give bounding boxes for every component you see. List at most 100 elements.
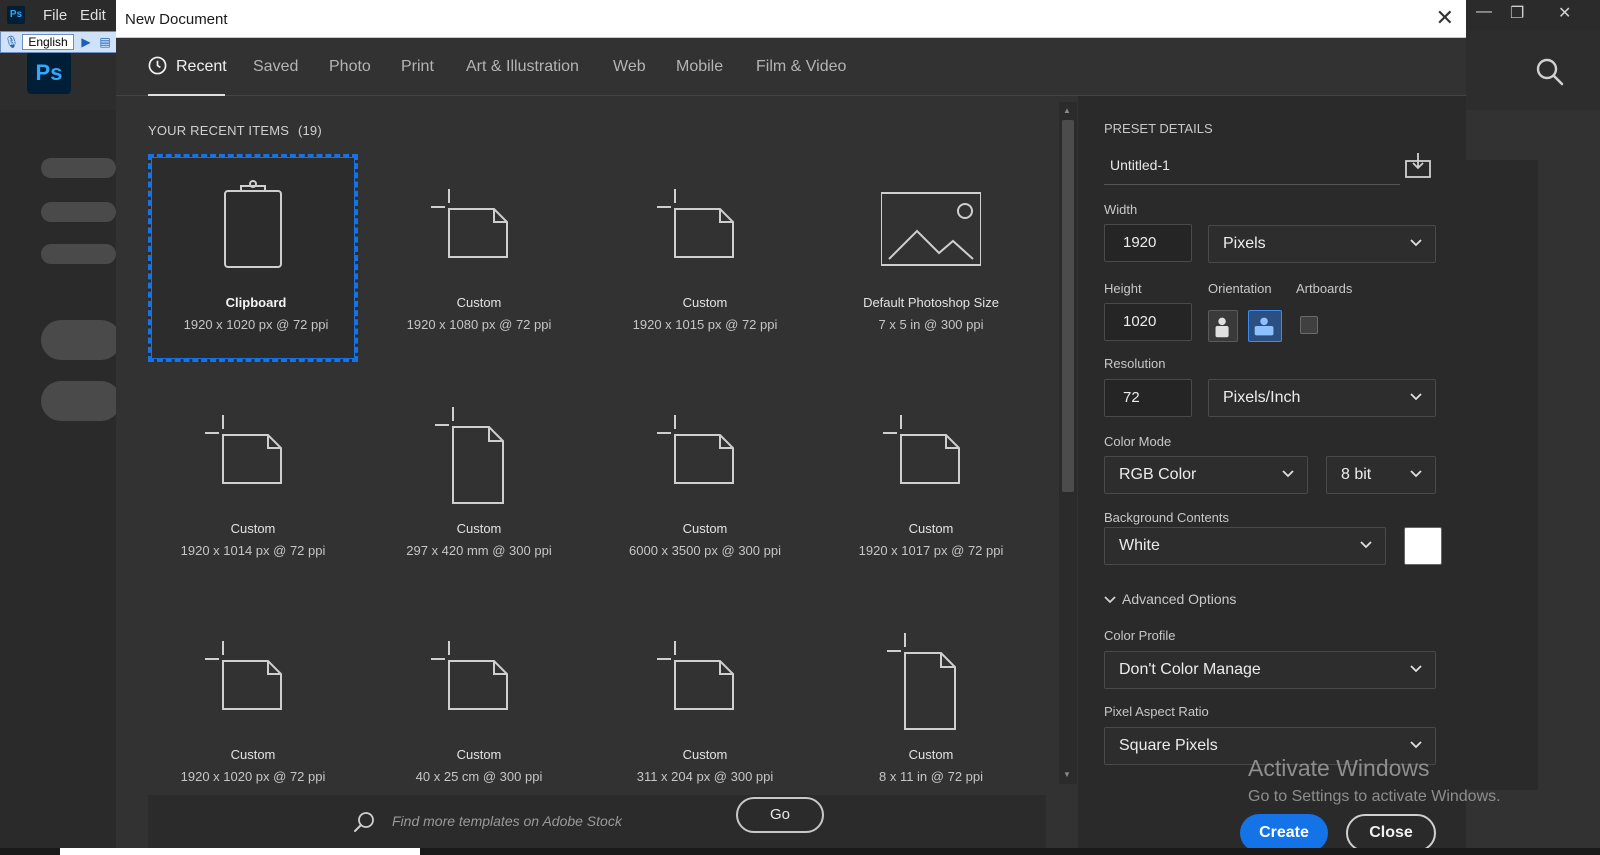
resolution-unit-value: Pixels/Inch: [1223, 389, 1301, 406]
home-right-panel: [1466, 160, 1538, 790]
recent-item-card[interactable]: Custom 1920 x 1080 px @ 72 ppi: [374, 154, 584, 362]
tab-film-video[interactable]: Film & Video: [756, 58, 846, 76]
play-icon[interactable]: ▶: [79, 35, 93, 49]
advanced-options-toggle[interactable]: Advanced Options: [1104, 591, 1236, 607]
background-color-swatch[interactable]: [1404, 527, 1442, 565]
tab-mobile[interactable]: Mobile: [676, 58, 723, 76]
artboards-label: Artboards: [1296, 281, 1353, 296]
home-sidebar: [0, 110, 121, 855]
tab-art-illustration[interactable]: Art & Illustration: [466, 58, 579, 76]
tool-icon[interactable]: ▤: [98, 35, 112, 49]
recent-item-card[interactable]: Custom 1920 x 1017 px @ 72 ppi: [826, 380, 1036, 588]
menu-file[interactable]: File: [43, 7, 67, 24]
color-profile-select[interactable]: Don't Color Manage: [1104, 651, 1436, 689]
sidebar-placeholder: [41, 381, 121, 421]
minimize-button[interactable]: —: [1476, 3, 1492, 21]
sidebar-placeholder: [41, 320, 121, 360]
width-label: Width: [1104, 202, 1138, 217]
sidebar-placeholder: [41, 202, 116, 222]
resolution-input[interactable]: 72: [1104, 379, 1192, 417]
restore-button[interactable]: ❐: [1510, 3, 1524, 23]
preset-name-field[interactable]: Untitled-1: [1104, 151, 1400, 185]
scroll-thumb[interactable]: [1062, 120, 1074, 492]
recent-item-card[interactable]: Default Photoshop Size 7 x 5 in @ 300 ppi: [826, 154, 1036, 362]
landscape-doc-icon: [883, 415, 960, 484]
bit-depth-value: 8 bit: [1341, 466, 1372, 483]
recent-item-card[interactable]: Custom 1920 x 1015 px @ 72 ppi: [600, 154, 810, 362]
microphone-icon[interactable]: 🎙: [4, 35, 19, 49]
image-icon: [881, 192, 981, 266]
recent-item-card[interactable]: Custom 8 x 11 in @ 72 ppi: [826, 606, 1036, 784]
landscape-doc-icon: [657, 415, 734, 484]
color-mode-label: Color Mode: [1104, 434, 1172, 449]
photoshop-window: Ps File Edit — ❐ ✕ Ps 🎙 English ▶ ▤ ▮ ✎ …: [0, 0, 1600, 855]
tab-print[interactable]: Print: [401, 58, 434, 76]
grid-scrollbar[interactable]: ▲ ▼: [1059, 102, 1077, 784]
scroll-up-arrow[interactable]: ▲: [1063, 106, 1071, 115]
category-tabs: Recent Saved Photo Print Art & Illustrat…: [116, 38, 1466, 96]
portrait-orientation-button[interactable]: [1208, 310, 1238, 342]
window-close-button[interactable]: ✕: [1558, 3, 1571, 23]
close-button[interactable]: Close: [1346, 814, 1436, 852]
artboards-checkbox[interactable]: [1300, 316, 1318, 334]
height-input[interactable]: 1020: [1104, 303, 1192, 341]
clipboard-icon: [224, 180, 282, 268]
stock-search-input[interactable]: Find more templates on Adobe Stock: [392, 813, 622, 829]
close-icon[interactable]: ✕: [1436, 6, 1454, 30]
tab-saved[interactable]: Saved: [253, 58, 298, 76]
recent-item-card[interactable]: Custom 311 x 204 px @ 300 ppi: [600, 606, 810, 784]
recent-item-card[interactable]: Custom 1920 x 1020 px @ 72 ppi: [148, 606, 358, 784]
language-selector[interactable]: English: [22, 34, 74, 50]
preset-details-heading: PRESET DETAILS: [1104, 121, 1213, 136]
tab-photo[interactable]: Photo: [329, 58, 371, 76]
landscape-doc-icon: [205, 641, 282, 710]
item-dimensions: 311 x 204 px @ 300 ppi: [636, 769, 774, 784]
portrait-icon: [1215, 317, 1229, 338]
preset-details-panel: PRESET DETAILS Untitled-1 Width 1920 Pix…: [1078, 96, 1466, 855]
chevron-down-icon: [1104, 596, 1116, 604]
recent-items-heading: YOUR RECENT ITEMS (19): [148, 123, 322, 138]
search-icon: [354, 812, 374, 832]
recent-item-card[interactable]: Custom 1920 x 1014 px @ 72 ppi: [148, 380, 358, 588]
save-preset-icon[interactable]: [1403, 151, 1433, 179]
search-icon[interactable]: [1536, 58, 1564, 86]
scroll-down-arrow[interactable]: ▼: [1063, 770, 1071, 779]
tab-recent[interactable]: Recent: [176, 58, 227, 76]
width-unit-select[interactable]: Pixels: [1208, 225, 1436, 263]
recent-item-card[interactable]: Custom 6000 x 3500 px @ 300 ppi: [600, 380, 810, 588]
chevron-down-icon: [1410, 741, 1422, 749]
new-document-dialog: New Document ✕ Recent Saved Photo Print …: [116, 0, 1466, 855]
background-value: White: [1119, 537, 1160, 554]
sidebar-placeholder: [41, 158, 116, 178]
recent-item-card[interactable]: Custom 297 x 420 mm @ 300 ppi: [374, 380, 584, 588]
tab-web[interactable]: Web: [613, 58, 646, 76]
chevron-down-icon: [1410, 665, 1422, 673]
resolution-unit-select[interactable]: Pixels/Inch: [1208, 379, 1436, 417]
item-dimensions: 6000 x 3500 px @ 300 ppi: [629, 543, 781, 558]
width-input[interactable]: 1920: [1104, 224, 1192, 262]
pixel-aspect-value: Square Pixels: [1119, 737, 1218, 754]
recent-item-card[interactable]: Custom 40 x 25 cm @ 300 ppi: [374, 606, 584, 784]
item-name: Custom: [908, 747, 954, 762]
recent-heading-text: YOUR RECENT ITEMS: [148, 123, 290, 138]
taskbar: [0, 848, 1600, 855]
dialog-title: New Document: [125, 11, 228, 28]
background-select[interactable]: White: [1104, 527, 1386, 565]
chevron-down-icon: [1410, 393, 1422, 401]
go-button[interactable]: Go: [736, 797, 824, 833]
recent-item-card[interactable]: Clipboard 1920 x 1020 px @ 72 ppi: [148, 154, 358, 362]
chevron-down-icon: [1410, 239, 1422, 247]
bit-depth-select[interactable]: 8 bit: [1326, 456, 1436, 494]
adobe-stock-bar: Find more templates on Adobe Stock Go: [148, 795, 1046, 855]
taskbar-item: [60, 848, 420, 855]
create-button[interactable]: Create: [1240, 814, 1328, 852]
item-name: Default Photoshop Size: [863, 295, 999, 310]
item-dimensions: 40 x 25 cm @ 300 ppi: [415, 769, 543, 784]
landscape-doc-icon: [431, 189, 508, 258]
color-mode-select[interactable]: RGB Color: [1104, 456, 1308, 494]
landscape-orientation-button[interactable]: [1248, 310, 1282, 342]
item-dimensions: 1920 x 1015 px @ 72 ppi: [632, 317, 778, 332]
pixel-aspect-label: Pixel Aspect Ratio: [1104, 704, 1209, 719]
item-dimensions: 7 x 5 in @ 300 ppi: [878, 317, 984, 332]
menu-edit[interactable]: Edit: [80, 7, 106, 24]
